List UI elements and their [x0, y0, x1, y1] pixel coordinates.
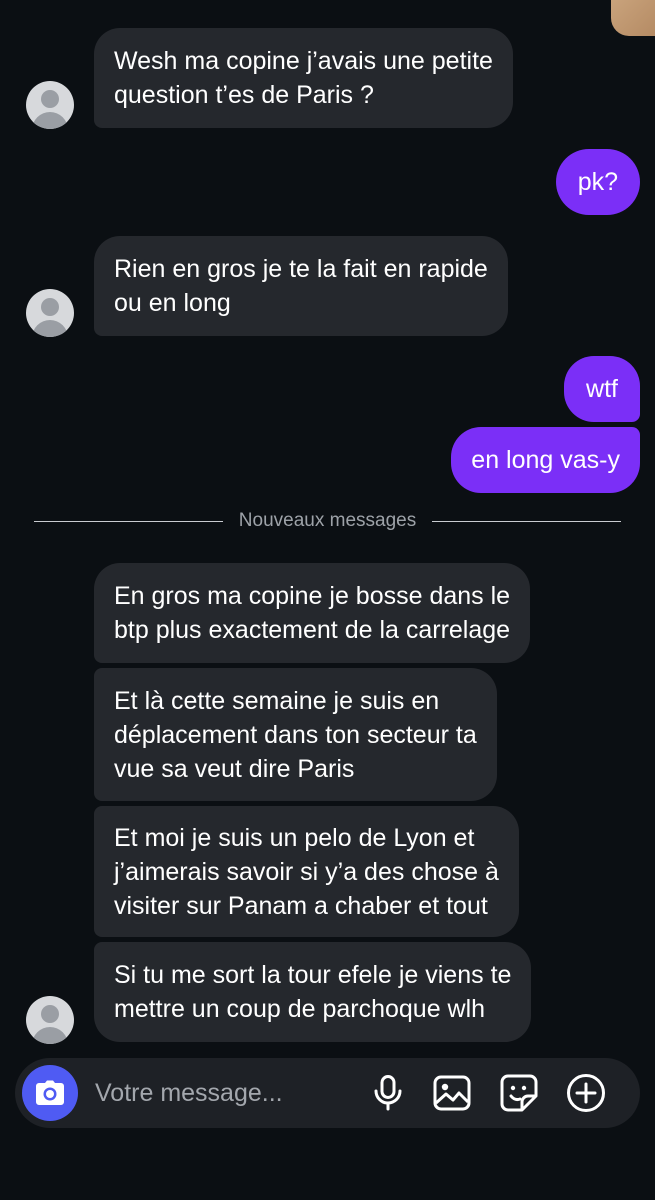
- message-line: wtf: [586, 375, 618, 403]
- avatar[interactable]: [26, 289, 74, 337]
- partial-photo-thumbnail: [611, 0, 655, 36]
- new-messages-label: Nouveaux messages: [238, 510, 417, 531]
- message-line: visiter sur Panam a chaber et tout: [114, 891, 488, 920]
- microphone-icon: [374, 1075, 402, 1111]
- sticker-button[interactable]: [499, 1073, 539, 1113]
- gallery-button[interactable]: [432, 1073, 472, 1113]
- camera-button[interactable]: [22, 1065, 78, 1121]
- camera-icon: [36, 1080, 64, 1105]
- sticker-icon: [500, 1074, 538, 1112]
- message-bubble-outgoing[interactable]: pk?: [555, 149, 640, 215]
- message-line: en long vas-y: [471, 446, 620, 474]
- message-line: ou en long: [114, 289, 231, 317]
- message-line: Et là cette semaine je suis en: [114, 686, 440, 715]
- avatar[interactable]: [26, 996, 74, 1044]
- message-line: déplacement dans ton secteur ta: [114, 720, 477, 749]
- message-bubble-outgoing[interactable]: en long vas-y: [451, 427, 640, 493]
- message-line: En gros ma copine je bosse dans le: [114, 582, 511, 610]
- message-line: Si tu me sort la tour efele je viens te: [114, 961, 512, 989]
- message-bubble-incoming[interactable]: Si tu me sort la tour efele je viens te …: [94, 942, 532, 1042]
- message-bubble-outgoing[interactable]: wtf: [564, 356, 640, 422]
- new-messages-divider: Nouveaux messages: [34, 510, 621, 532]
- message-line: pk?: [577, 168, 618, 196]
- message-line: mettre un coup de parchoque wlh: [114, 995, 486, 1023]
- image-icon: [433, 1075, 471, 1111]
- message-bubble-incoming[interactable]: En gros ma copine je bosse dans le btp p…: [94, 563, 531, 663]
- more-button[interactable]: [566, 1073, 606, 1113]
- message-bubble-incoming[interactable]: Et moi je suis un pelo de Lyon et j’aime…: [94, 806, 519, 937]
- message-line: j’aimerais savoir si y’a des chose à: [114, 857, 499, 886]
- message-line: Wesh ma copine j’avais une petite: [114, 47, 493, 75]
- message-line: Et moi je suis un pelo de Lyon et: [114, 823, 475, 852]
- avatar[interactable]: [26, 81, 74, 129]
- message-line: btp plus exactement de la carrelage: [114, 616, 511, 644]
- message-composer: [15, 1058, 640, 1128]
- message-bubble-incoming[interactable]: Et là cette semaine je suis en déplaceme…: [94, 668, 497, 801]
- plus-circle-icon: [567, 1074, 605, 1112]
- message-line: Rien en gros je te la fait en rapide: [114, 255, 488, 283]
- message-bubble-incoming[interactable]: Wesh ma copine j’avais une petite questi…: [94, 28, 513, 128]
- microphone-button[interactable]: [368, 1073, 408, 1113]
- message-bubble-incoming[interactable]: Rien en gros je te la fait en rapide ou …: [94, 236, 508, 336]
- message-input[interactable]: [95, 1072, 365, 1114]
- message-line: vue sa veut dire Paris: [114, 754, 355, 783]
- message-line: question t’es de Paris ?: [114, 81, 374, 109]
